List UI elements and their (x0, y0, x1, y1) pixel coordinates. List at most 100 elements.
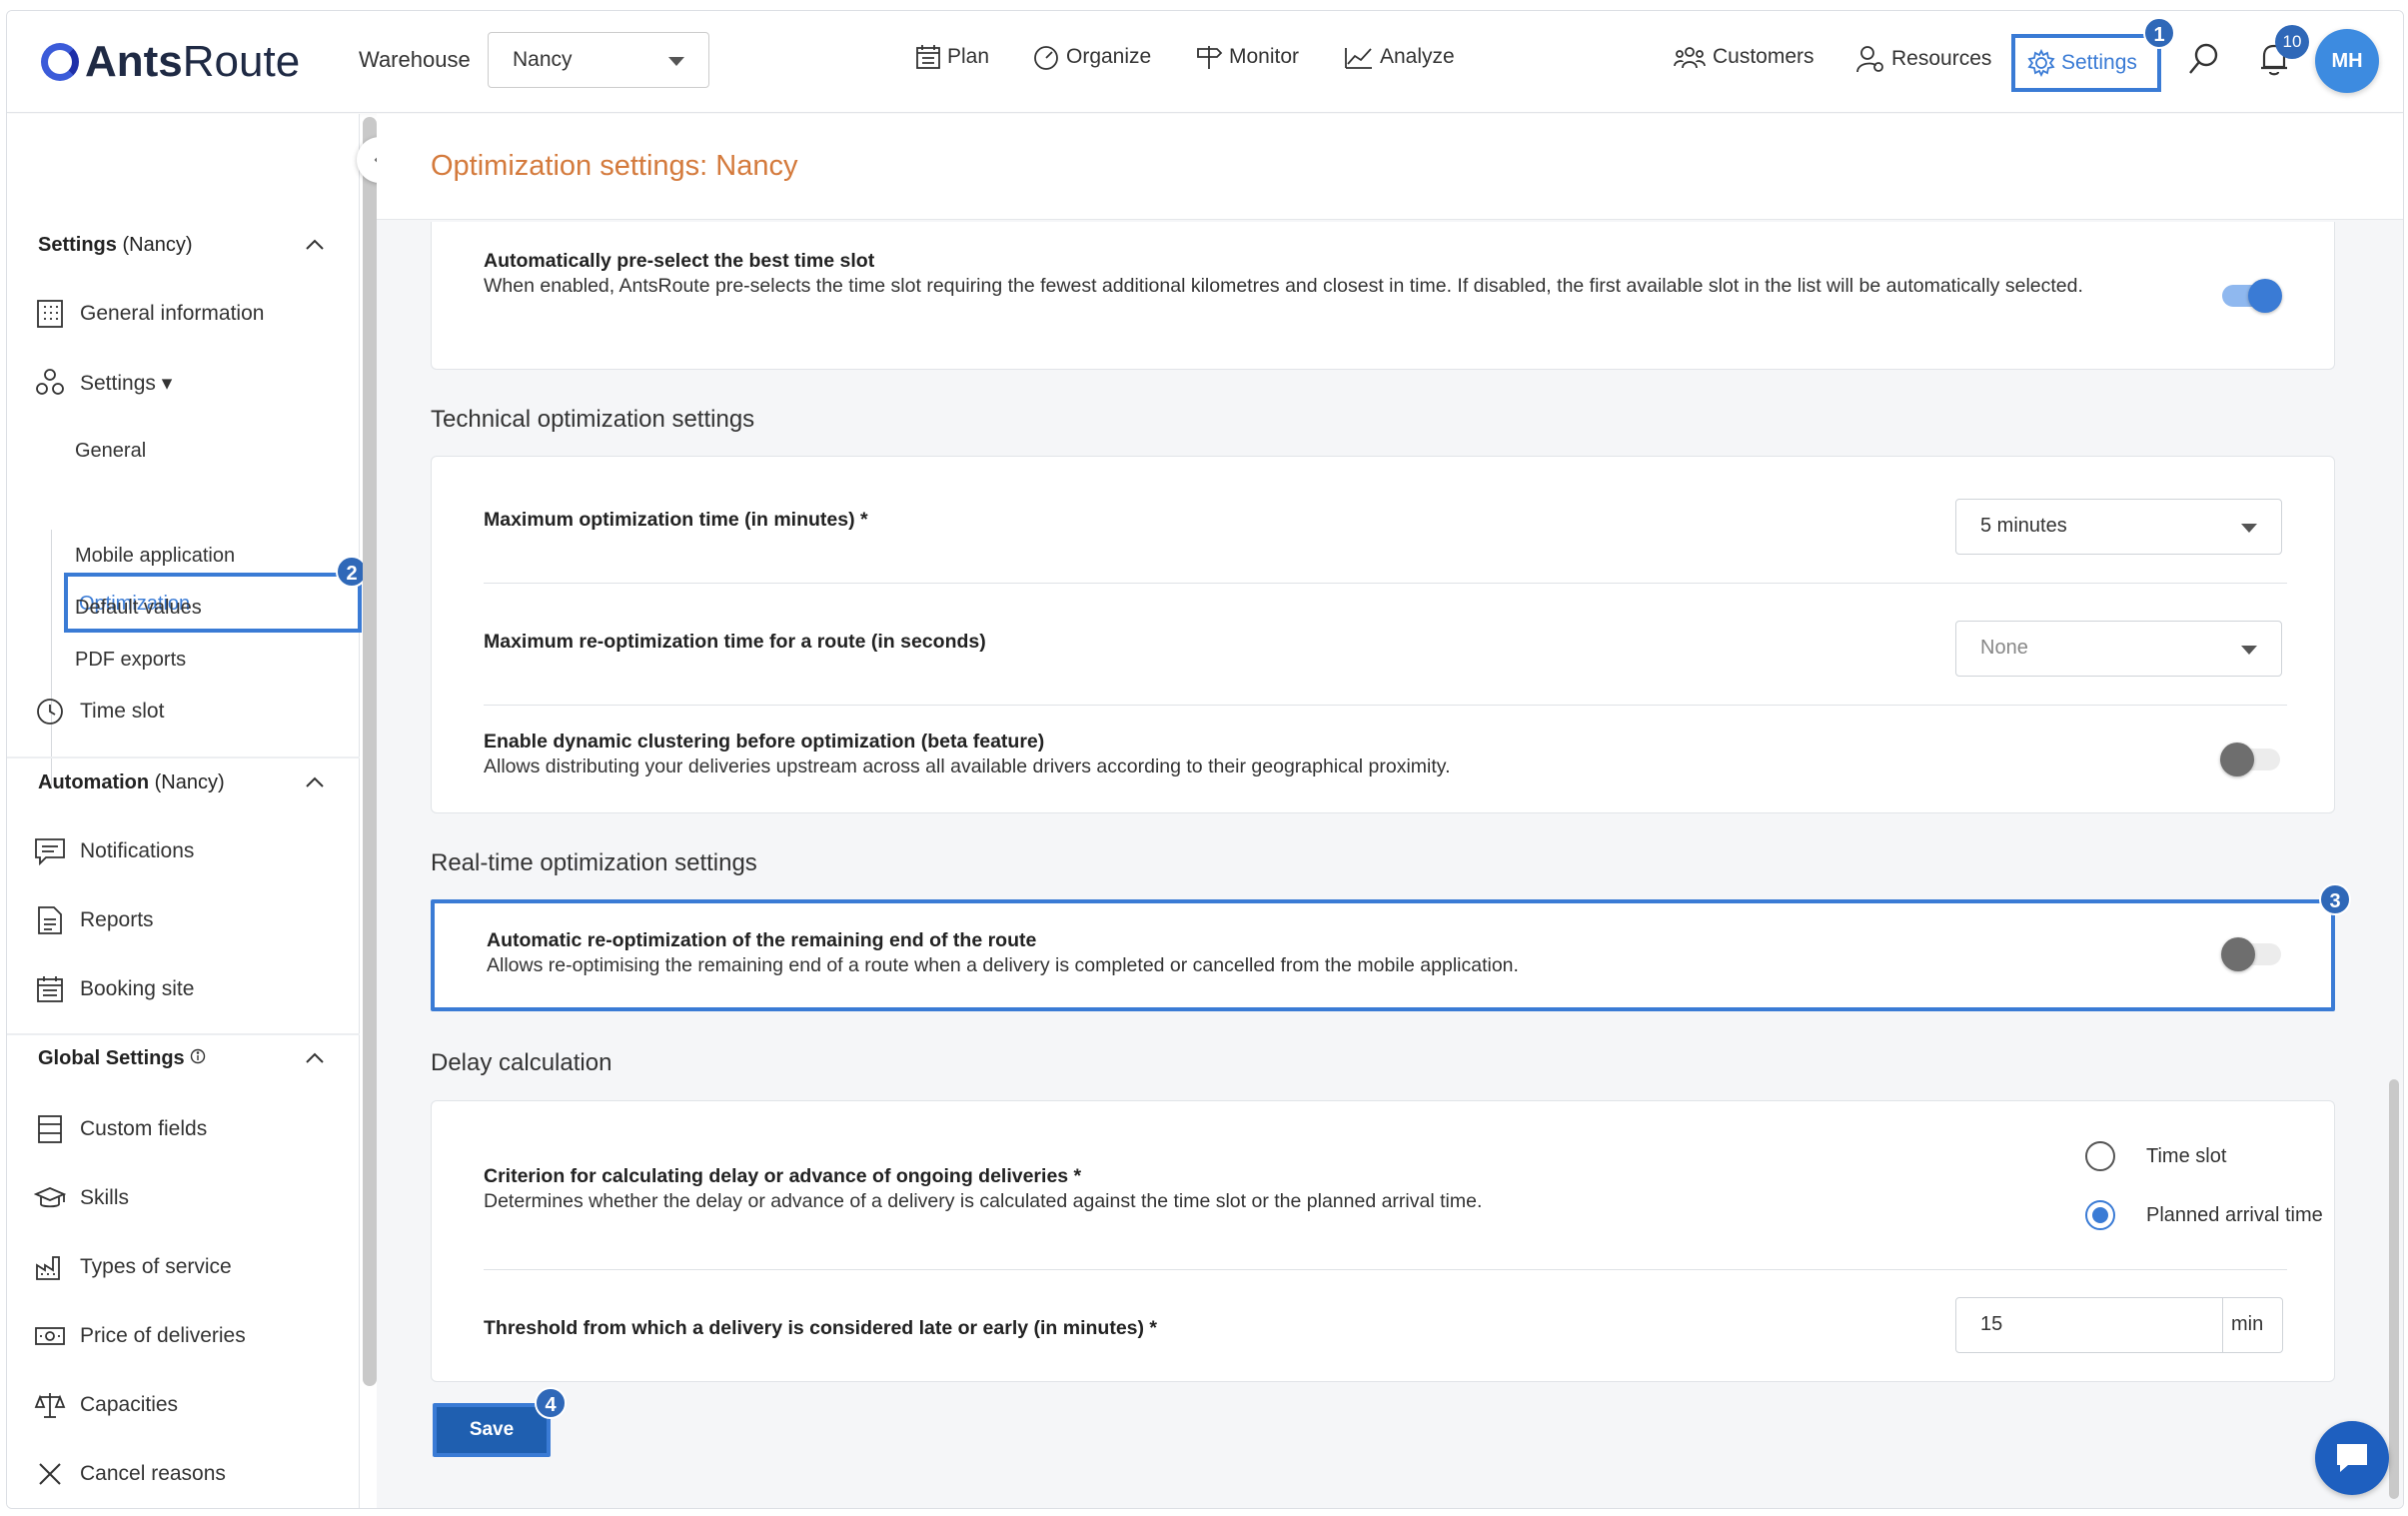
gear-icon (2027, 49, 2055, 77)
search-icon (2189, 43, 2218, 74)
step-badge-3: 3 (2319, 883, 2351, 915)
warehouse-select[interactable]: Nancy (488, 32, 709, 88)
logo-text-light: Route (182, 37, 301, 86)
sidebar-item-label: Types of service (80, 1255, 232, 1278)
radio-planned-arrival-time[interactable] (2085, 1200, 2115, 1230)
technical-card: Maximum optimization time (in minutes) *… (431, 456, 2335, 813)
technical-section-heading: Technical optimization settings (431, 406, 755, 433)
sidebar-sub-pdf-exports[interactable]: PDF exports (75, 649, 186, 672)
nav-plan-label: Plan (947, 45, 990, 68)
list-icon (34, 1113, 66, 1145)
threshold-input[interactable]: 15 (1955, 1297, 2223, 1353)
logo-icon (41, 43, 79, 81)
sidebar-sub-default-values[interactable]: Default values (75, 597, 202, 620)
dynamic-clustering-toggle[interactable] (2220, 743, 2280, 776)
select-value: None (1980, 637, 2028, 659)
sidebar-item-price-of-deliveries[interactable]: Price of deliveries (34, 1320, 246, 1352)
sidebar-item-label: Custom fields (80, 1117, 208, 1140)
radio-time-slot-label[interactable]: Time slot (2146, 1145, 2226, 1168)
main-scrollbar[interactable] (2389, 1079, 2399, 1499)
building-icon (34, 298, 66, 330)
dynamic-clustering-title: Enable dynamic clustering before optimiz… (484, 731, 1045, 753)
sidebar: Settings (Nancy) General information Set… (7, 114, 368, 1508)
factory-icon (34, 1251, 66, 1283)
global-settings-section-header[interactable]: Global Settings (38, 1047, 206, 1070)
notification-count-badge: 10 (2275, 25, 2309, 59)
nav-resources[interactable]: Resources (1855, 44, 1991, 74)
select-value: 5 minutes (1980, 515, 2067, 537)
nav-settings-label: Settings (2061, 51, 2137, 74)
signpost-icon (1197, 46, 1223, 69)
preselect-card: Automatically pre-select the best time s… (431, 222, 2335, 370)
auto-reoptimization-toggle[interactable] (2221, 937, 2281, 971)
sidebar-item-notifications[interactable]: Notifications (34, 835, 194, 867)
nav-plan[interactable]: Plan (915, 44, 989, 70)
sidebar-item-skills[interactable]: Skills (34, 1182, 129, 1214)
max-reoptimization-time-select[interactable]: None (1955, 621, 2282, 677)
delay-criterion-title: Criterion for calculating delay or advan… (484, 1165, 1082, 1187)
sidebar-item-label: Notifications (80, 839, 195, 862)
chat-button[interactable] (2315, 1421, 2389, 1495)
sidebar-item-reports[interactable]: Reports (34, 904, 154, 936)
sidebar-item-custom-fields[interactable]: Custom fields (34, 1113, 207, 1145)
nav-resources-label: Resources (1891, 47, 1992, 70)
resources-icon (1856, 46, 1883, 73)
sidebar-scrollbar[interactable] (363, 117, 377, 1386)
nav-monitor[interactable]: Monitor (1195, 44, 1299, 70)
radio-time-slot[interactable] (2085, 1141, 2115, 1171)
chevron-up-icon[interactable] (305, 235, 325, 255)
delay-section-heading: Delay calculation (431, 1049, 612, 1076)
info-icon (191, 1048, 206, 1064)
sidebar-item-settings[interactable]: Settings ▾ (34, 367, 172, 399)
nav-analyze[interactable]: Analyze (1344, 44, 1455, 70)
sidebar-item-types-of-service[interactable]: Types of service (34, 1251, 232, 1283)
settings-section-header[interactable]: Settings (Nancy) (38, 234, 192, 257)
preselect-description: When enabled, AntsRoute pre-selects the … (484, 275, 2083, 297)
top-bar: AntsRoute Warehouse Nancy Plan Organize … (7, 11, 2403, 113)
submenu-guide-line (51, 530, 52, 787)
sidebar-item-capacities[interactable]: Capacities (34, 1389, 178, 1421)
max-optimization-time-select[interactable]: 5 minutes (1955, 499, 2282, 555)
sidebar-item-label: Reports (80, 908, 154, 931)
threshold-label: Threshold from which a delivery is consi… (484, 1317, 1158, 1339)
app-window: AntsRoute Warehouse Nancy Plan Organize … (6, 10, 2404, 1509)
sidebar-item-label: Capacities (80, 1393, 179, 1416)
sidebar-item-time-slot[interactable]: Time slot (34, 696, 164, 728)
warehouse-label: Warehouse (359, 47, 471, 72)
sidebar-item-label: Skills (80, 1186, 130, 1209)
chart-icon (1345, 48, 1372, 69)
main-content: Optimization settings: Nancy Automatical… (377, 114, 2403, 1508)
logo-text-bold: Ants (85, 37, 183, 86)
sidebar-item-general-information[interactable]: General information (34, 298, 264, 330)
chevron-up-icon[interactable] (305, 1048, 325, 1068)
page-title: Optimization settings: Nancy (431, 150, 798, 182)
row-divider (484, 705, 2287, 706)
nav-monitor-label: Monitor (1229, 45, 1300, 68)
sidebar-sub-general[interactable]: General (75, 440, 146, 463)
preselect-toggle[interactable] (2222, 279, 2282, 313)
close-icon (34, 1458, 66, 1490)
sidebar-item-booking-site[interactable]: Booking site (34, 973, 194, 1005)
nav-organize-label: Organize (1066, 45, 1152, 68)
gauge-icon (1034, 46, 1058, 70)
nav-organize[interactable]: Organize (1032, 44, 1151, 70)
delay-criterion-description: Determines whether the delay or advance … (484, 1190, 1483, 1212)
radio-planned-arrival-label[interactable]: Planned arrival time (2146, 1204, 2323, 1227)
banknote-icon (34, 1320, 66, 1352)
nav-settings[interactable]: Settings (2011, 34, 2161, 92)
sidebar-sub-mobile-application[interactable]: Mobile application (75, 545, 235, 568)
preselect-title: Automatically pre-select the best time s… (484, 250, 875, 272)
chevron-up-icon[interactable] (305, 772, 325, 792)
document-icon (34, 904, 66, 936)
chevron-down-icon (668, 57, 684, 66)
sidebar-item-cancel-reasons[interactable]: Cancel reasons (34, 1458, 226, 1490)
sidebar-item-label: Price of deliveries (80, 1324, 246, 1347)
save-button[interactable]: Save (433, 1403, 551, 1457)
automation-section-header[interactable]: Automation (Nancy) (38, 771, 225, 794)
nav-customers[interactable]: Customers (1673, 44, 1814, 70)
row-divider (484, 583, 2287, 584)
antsroute-logo[interactable]: AntsRoute (41, 37, 300, 87)
user-avatar[interactable]: MH (2315, 29, 2379, 93)
graduation-cap-icon (34, 1182, 66, 1214)
search-button[interactable] (2186, 41, 2222, 82)
